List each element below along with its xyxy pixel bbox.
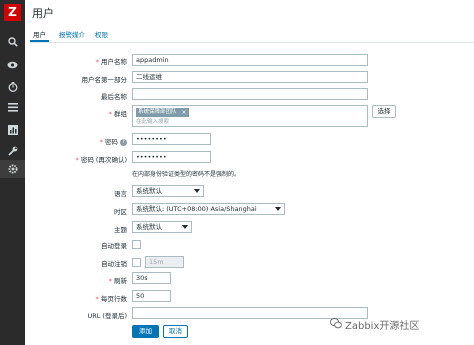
timezone-label: 时区 <box>114 208 127 216</box>
group-chip: 系统保障部团队 × <box>136 108 189 117</box>
autologout-checkbox[interactable] <box>132 258 141 267</box>
chevron-down-icon <box>275 207 281 211</box>
password-hint: 在内部身份验证类型的密码不是强制的。 <box>132 171 241 178</box>
password-input[interactable]: •••••••• <box>132 133 211 145</box>
form-labels: * 用户名称 用户名第一部分 最后名称 * 群组 * 密码 ? * 密码 (再次… <box>30 0 127 345</box>
groups-multiselect[interactable]: 系统保障部团队 × 在此输入搜索 <box>132 105 368 127</box>
url-label: URL (登录后) <box>87 312 127 320</box>
password2-label: * 密码 (再次确认) <box>75 156 127 164</box>
autologout-input[interactable]: 15m <box>145 256 184 268</box>
add-button[interactable]: 添加 <box>132 325 159 338</box>
autologin-checkbox[interactable] <box>132 240 141 249</box>
sidebar: Z <box>0 0 25 345</box>
clock-icon[interactable] <box>0 78 25 96</box>
refresh-label: * 刷新 <box>108 277 127 285</box>
surname-label: 最后名称 <box>101 93 127 101</box>
groups-label: * 群组 <box>108 110 127 118</box>
cancel-button[interactable]: 取消 <box>163 325 188 338</box>
theme-select[interactable]: 系统默认 <box>132 221 192 233</box>
zabbix-logo[interactable]: Z <box>4 4 21 21</box>
eye-icon[interactable] <box>0 56 25 74</box>
alias-label: * 用户名称 <box>95 58 127 66</box>
timezone-select[interactable]: 系统默认: (UTC+08:00) Asia/Shanghai <box>132 203 285 215</box>
rows-per-page-label: * 每页行数 <box>95 295 127 303</box>
groups-select-button[interactable]: 选择 <box>372 105 396 118</box>
rows-per-page-input[interactable]: 50 <box>132 290 171 302</box>
wrench-icon[interactable] <box>0 142 25 160</box>
refresh-input[interactable]: 30s <box>132 272 171 284</box>
surname-input[interactable] <box>132 88 368 100</box>
gear-icon[interactable] <box>0 160 25 178</box>
list-icon[interactable] <box>0 99 25 117</box>
groups-search-placeholder: 在此输入搜索 <box>136 119 170 125</box>
alias-input[interactable]: appadmin <box>132 54 368 66</box>
name-label: 用户名第一部分 <box>81 76 128 84</box>
lang-select[interactable]: 系统默认 <box>132 185 204 197</box>
password2-input[interactable]: •••••••• <box>132 151 211 163</box>
chart-icon[interactable] <box>0 121 25 139</box>
password-label: * 密码 ? <box>100 136 127 146</box>
search-icon[interactable] <box>0 33 25 51</box>
watermark-text: Zabbix开源社区 <box>345 321 420 332</box>
chevron-down-icon <box>182 225 188 229</box>
help-icon: ? <box>120 138 127 146</box>
theme-label: 主题 <box>114 226 127 234</box>
autologin-label: 自动登录 <box>101 242 127 250</box>
wechat-icon <box>329 318 342 331</box>
lang-label: 语言 <box>114 190 127 198</box>
remove-icon[interactable]: × <box>181 108 186 117</box>
name-input[interactable]: 二线运维 <box>132 71 368 83</box>
chevron-down-icon <box>194 189 200 193</box>
autologout-label: 自动注销 <box>101 260 127 268</box>
